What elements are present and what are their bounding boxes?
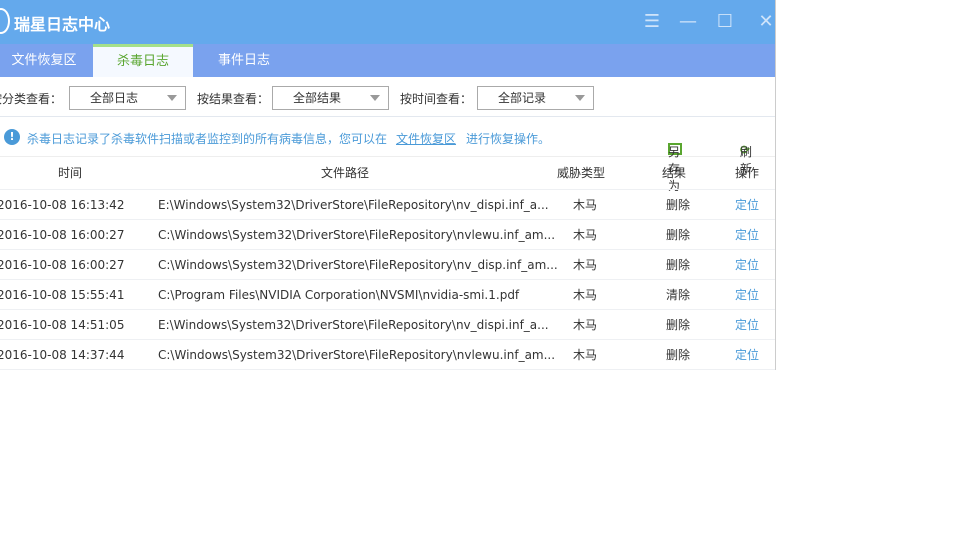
locate-link[interactable]: 定位	[722, 310, 772, 340]
cell-time: 2016-10-08 16:13:42	[0, 198, 125, 212]
close-button[interactable]: ✕	[754, 10, 775, 34]
cell-threat-type: 木马	[572, 288, 597, 302]
locate-link[interactable]: 定位	[722, 190, 772, 220]
time-filter-select[interactable]: 全部记录	[477, 86, 594, 110]
cell-path: E:\Windows\System32\DriverStore\FileRepo…	[158, 318, 549, 332]
header-action: 操作	[734, 166, 759, 180]
table-row[interactable]: 2016-10-08 14:37:44 C:\Windows\System32\…	[0, 340, 775, 370]
table-row[interactable]: 2016-10-08 16:13:42 E:\Windows\System32\…	[0, 190, 775, 220]
time-filter-value: 全部记录	[498, 91, 547, 105]
title-bar[interactable]: 瑞星日志中心 ☰ — ☐ ✕	[0, 0, 775, 44]
cell-threat-type: 木马	[572, 198, 597, 212]
header-result[interactable]: 结果	[648, 157, 700, 190]
chevron-down-icon	[167, 95, 177, 101]
cell-result: 清除	[665, 288, 690, 302]
table-row[interactable]: 2016-10-08 16:00:27 C:\Windows\System32\…	[0, 220, 775, 250]
maximize-button[interactable]: ☐	[713, 10, 737, 34]
header-path[interactable]: 文件路径	[240, 157, 450, 190]
cell-time: 2016-10-08 15:55:41	[0, 288, 125, 302]
tab-bar: 文件恢复区 杀毒日志 事件日志	[0, 44, 775, 77]
locate-link[interactable]: 定位	[722, 220, 772, 250]
chevron-down-icon	[370, 95, 380, 101]
info-bar: ! 杀毒日志记录了杀毒软件扫描或者监控到的所有病毒信息，您可以在 文件恢复区 进…	[0, 117, 775, 193]
time-filter-label: 按时间查看：	[400, 92, 473, 106]
cell-threat-type: 木马	[572, 318, 597, 332]
menu-icon[interactable]: ☰	[640, 10, 664, 34]
tab-event-log[interactable]: 事件日志	[194, 44, 294, 77]
cell-path: C:\Program Files\NVIDIA Corporation\NVSM…	[158, 288, 520, 302]
cell-threat-type: 木马	[572, 228, 597, 242]
header-threat-type[interactable]: 威胁类型	[545, 157, 617, 190]
locate-link[interactable]: 定位	[722, 250, 772, 280]
result-filter-label: 按结果查看：	[197, 92, 270, 106]
minimize-button[interactable]: —	[676, 10, 700, 34]
result-filter-value: 全部结果	[293, 91, 342, 105]
filter-bar: 按分类查看： 全部日志 按结果查看： 全部结果 按时间查看： 全部记录	[0, 77, 775, 117]
info-text: 杀毒日志记录了杀毒软件扫描或者监控到的所有病毒信息，您可以在	[27, 132, 388, 146]
app-title: 瑞星日志中心	[14, 15, 111, 34]
cell-time: 2016-10-08 14:51:05	[0, 318, 125, 332]
chevron-down-icon	[575, 95, 585, 101]
cell-result: 删除	[665, 318, 690, 332]
table-row[interactable]: 2016-10-08 14:51:05 E:\Windows\System32\…	[0, 310, 775, 340]
cell-result: 删除	[665, 348, 690, 362]
header-time[interactable]: 时间	[20, 157, 120, 190]
log-center-window: 瑞星日志中心 ☰ — ☐ ✕ 文件恢复区 杀毒日志 事件日志 按分类查看： 全部…	[0, 0, 776, 370]
cell-time: 2016-10-08 16:00:27	[0, 258, 125, 272]
cell-result: 删除	[665, 258, 690, 272]
locate-link[interactable]: 定位	[722, 340, 772, 370]
info-icon: !	[4, 129, 20, 145]
category-filter-select[interactable]: 全部日志	[69, 86, 186, 110]
cell-path: C:\Windows\System32\DriverStore\FileRepo…	[158, 258, 558, 272]
cell-path: C:\Windows\System32\DriverStore\FileRepo…	[158, 348, 556, 362]
cell-threat-type: 木马	[572, 348, 597, 362]
table-row[interactable]: 2016-10-08 16:00:27 C:\Windows\System32\…	[0, 250, 775, 280]
cell-result: 删除	[665, 228, 690, 242]
cell-time: 2016-10-08 14:37:44	[0, 348, 125, 362]
category-filter-label: 按分类查看：	[0, 92, 63, 106]
table-row[interactable]: 2016-10-08 15:55:41 C:\Program Files\NVI…	[0, 280, 775, 310]
rising-logo-icon	[0, 8, 10, 34]
file-recovery-link[interactable]: 文件恢复区	[396, 130, 456, 147]
result-filter-select[interactable]: 全部结果	[272, 86, 389, 110]
cell-threat-type: 木马	[572, 258, 597, 272]
tab-file-recovery[interactable]: 文件恢复区	[0, 44, 94, 77]
cell-path: C:\Windows\System32\DriverStore\FileRepo…	[158, 228, 556, 242]
cell-time: 2016-10-08 16:00:27	[0, 228, 125, 242]
category-filter-value: 全部日志	[90, 91, 139, 105]
tab-antivirus-log[interactable]: 杀毒日志	[93, 44, 193, 77]
locate-link[interactable]: 定位	[722, 280, 772, 310]
cell-path: E:\Windows\System32\DriverStore\FileRepo…	[158, 198, 549, 212]
log-table-body: 2016-10-08 16:13:42 E:\Windows\System32\…	[0, 190, 775, 370]
info-text-after: 进行恢复操作。	[466, 132, 551, 146]
table-header: 时间 文件路径 威胁类型 结果 操作	[0, 157, 775, 190]
cell-result: 删除	[665, 198, 690, 212]
